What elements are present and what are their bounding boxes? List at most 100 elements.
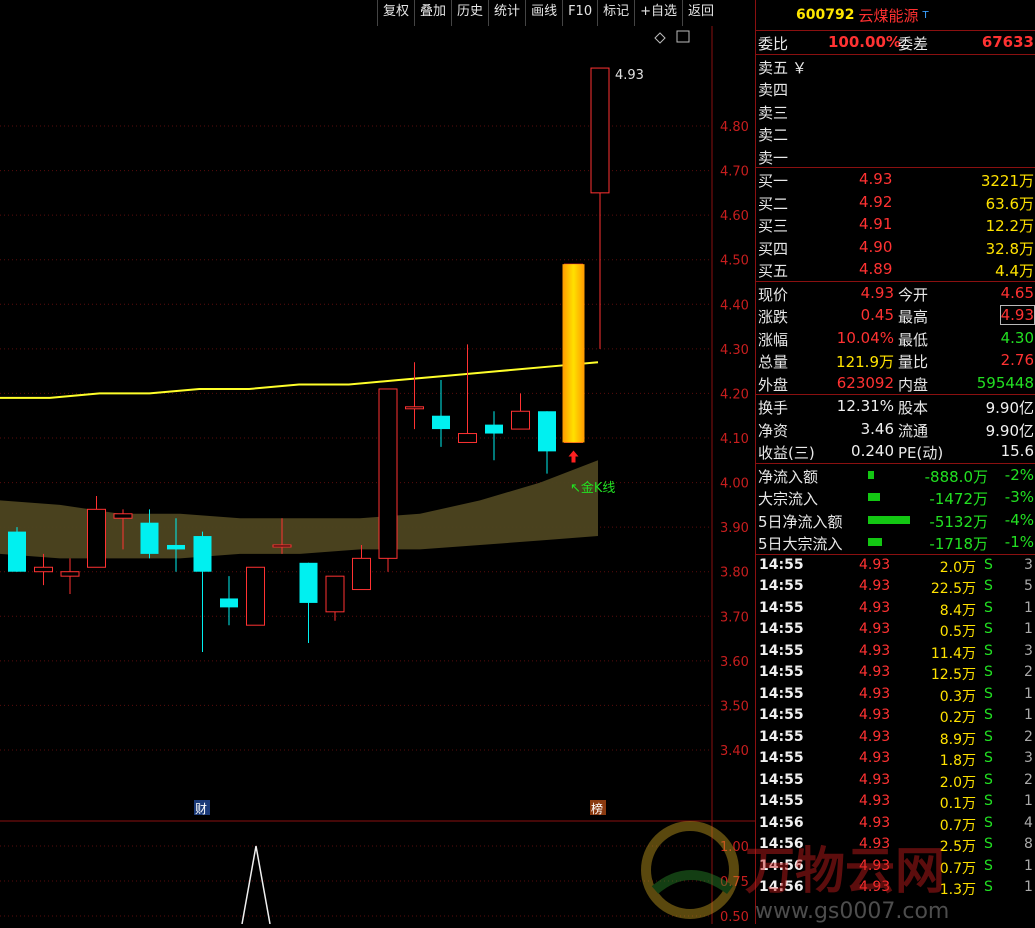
tick-list[interactable]: 14:55 4.93 2.0万 S 3 14:55 4.93 22.5万 S 5 14:55 4.93… — [756, 553, 1035, 899]
bid-row[interactable]: 买五 4.89 4.4万 — [756, 258, 1035, 281]
toolbar-btn-2[interactable]: 历史 — [451, 0, 488, 26]
fundamental-value: 15.6 — [1000, 442, 1034, 460]
tick-count: 2 — [1024, 728, 1033, 745]
tick-time: 14:55 — [759, 556, 804, 573]
bid-row[interactable]: 买一 4.93 3221万 — [756, 168, 1035, 191]
kline-chart-svg[interactable]: 4.80 4.70 4.60 4.50 4.40 4.30 4.20 4.10 4.00 3.90… — [0, 26, 755, 925]
tick-price: 4.93 — [859, 750, 891, 766]
tick-row[interactable]: 14:55 4.93 0.2万 S 1 — [756, 705, 1035, 727]
flow-row: 大宗流入 -1472万 -3% — [756, 486, 1035, 509]
tick-volume: 1.8万 — [939, 753, 976, 769]
tick-row[interactable]: 14:55 4.93 0.1万 S 1 — [756, 791, 1035, 813]
tick-row[interactable]: 14:55 4.93 8.9万 S 2 — [756, 727, 1035, 749]
event-marker: 榜 — [590, 800, 606, 816]
lower-axis-label: 0.75 — [720, 875, 749, 890]
flow-value: -5132万 — [929, 512, 988, 531]
toolbar-btn-4[interactable]: 画线 — [525, 0, 562, 26]
candle — [405, 362, 424, 430]
order-ratio-label: 委比 — [758, 35, 789, 53]
tick-row[interactable]: 14:55 4.93 11.4万 S 3 — [756, 641, 1035, 663]
toolbar-btn-1[interactable]: 叠加 — [414, 0, 451, 26]
tick-price: 4.93 — [859, 793, 891, 809]
candle-body — [220, 598, 238, 608]
fundamental-label: 股本 — [898, 399, 929, 417]
fundamental-row: 收益(三) 0.240 PE(动) 15.6 — [756, 440, 1035, 463]
tick-side: S — [984, 642, 993, 659]
tick-time: 14:55 — [759, 578, 804, 594]
tick-row[interactable]: 14:56 4.93 0.7万 S 4 — [756, 813, 1035, 835]
event-marker: 财 — [194, 800, 210, 816]
toolbar-btn-0[interactable]: 复权 — [377, 0, 414, 26]
quote-value: 10.04% — [836, 328, 894, 347]
candle — [220, 576, 238, 626]
candle-body — [511, 410, 530, 430]
price-axis-label: 4.10 — [720, 432, 749, 447]
tick-row[interactable]: 14:55 4.93 0.3万 S 1 — [756, 684, 1035, 706]
quote-value: 4.93 — [999, 305, 1035, 325]
candle-body — [8, 531, 26, 572]
candle — [352, 544, 371, 591]
price-axis-label: 4.30 — [720, 343, 749, 358]
toolbar-btn-7[interactable]: +自选 — [634, 0, 682, 26]
golden-k-label: ↖金K线 — [570, 480, 615, 496]
candle — [60, 558, 80, 594]
price-axis-label: 4.00 — [720, 477, 749, 492]
tick-price: 4.93 — [859, 857, 891, 874]
quote-label: 内盘 — [898, 375, 929, 394]
tick-row[interactable]: 14:56 4.93 0.7万 S 1 — [756, 856, 1035, 878]
flow-row: 5日净流入额 -5132万 -4% — [756, 509, 1035, 532]
tick-time: 14:55 — [759, 728, 804, 745]
tick-row[interactable]: 14:55 4.93 1.8万 S 3 — [756, 748, 1035, 770]
last-price-label: 4.93 — [615, 68, 644, 83]
flow-bar — [868, 493, 880, 501]
tick-row[interactable]: 14:55 4.93 8.4万 S 1 — [756, 598, 1035, 620]
tick-time: 14:55 — [759, 621, 804, 637]
bid-row[interactable]: 买四 4.90 32.8万 — [756, 236, 1035, 259]
ask-row[interactable]: 卖二 — [756, 122, 1035, 145]
ask-row[interactable]: 卖一 — [756, 145, 1035, 168]
bid-volume: 12.2万 — [985, 217, 1034, 235]
flow-label: 大宗流入 — [758, 490, 819, 508]
bid-label: 买二 — [758, 194, 789, 213]
ask-row[interactable]: 卖五 ￥ — [756, 55, 1035, 78]
tick-row[interactable]: 14:56 4.93 2.5万 S 8 — [756, 834, 1035, 856]
quote-value: 4.30 — [1000, 328, 1034, 347]
tick-count: 1 — [1024, 599, 1033, 616]
fundamental-value: 0.240 — [851, 442, 894, 460]
tick-count: 3 — [1024, 642, 1033, 659]
kline-chart[interactable]: 4.80 4.70 4.60 4.50 4.40 4.30 4.20 4.10 4.00 3.90… — [0, 26, 755, 925]
tick-price: 4.93 — [859, 642, 891, 659]
tick-volume: 0.7万 — [939, 860, 976, 877]
tick-side: S — [984, 836, 993, 852]
toolbar-btn-8[interactable]: 返回 — [682, 0, 719, 26]
fundamental-label: 净资 — [758, 421, 789, 440]
tick-row[interactable]: 14:55 4.93 2.0万 S 2 — [756, 770, 1035, 792]
ask-row[interactable]: 卖三 — [756, 100, 1035, 123]
tick-row[interactable]: 14:55 4.93 12.5万 S 2 — [756, 662, 1035, 684]
quote-label: 外盘 — [758, 375, 789, 394]
fundamental-value: 9.90亿 — [985, 399, 1034, 417]
price-axis-label: 3.50 — [720, 699, 749, 714]
toolbar-btn-5[interactable]: F10 — [562, 0, 597, 26]
tick-row[interactable]: 14:55 4.93 22.5万 S 5 — [756, 576, 1035, 598]
bid-row[interactable]: 买二 4.92 63.6万 — [756, 191, 1035, 214]
tick-row[interactable]: 14:55 4.93 0.5万 S 1 — [756, 619, 1035, 641]
quote-label: 涨跌 — [758, 308, 789, 326]
quote-label: 最低 — [898, 330, 929, 349]
price-axis-label: 3.90 — [720, 521, 749, 536]
ask-row[interactable]: 卖四 — [756, 77, 1035, 100]
bid-row[interactable]: 买三 4.91 12.2万 — [756, 213, 1035, 236]
order-ratio-value: 100.00% — [828, 33, 901, 51]
tick-row[interactable]: 14:56 4.93 1.3万 S 1 — [756, 877, 1035, 899]
toolbar-btn-6[interactable]: 标记 — [597, 0, 634, 26]
toolbar-btn-3[interactable]: 统计 — [488, 0, 525, 26]
candle — [8, 527, 26, 572]
candle-body — [405, 406, 424, 410]
tick-price: 4.93 — [859, 707, 891, 723]
tick-price: 4.93 — [859, 556, 891, 573]
lower-axis-label: 1.00 — [720, 840, 749, 855]
tick-side: S — [984, 578, 993, 594]
bid-volume: 4.4万 — [995, 262, 1034, 280]
flow-value: -1472万 — [929, 490, 988, 508]
tick-row[interactable]: 14:55 4.93 2.0万 S 3 — [756, 555, 1035, 577]
